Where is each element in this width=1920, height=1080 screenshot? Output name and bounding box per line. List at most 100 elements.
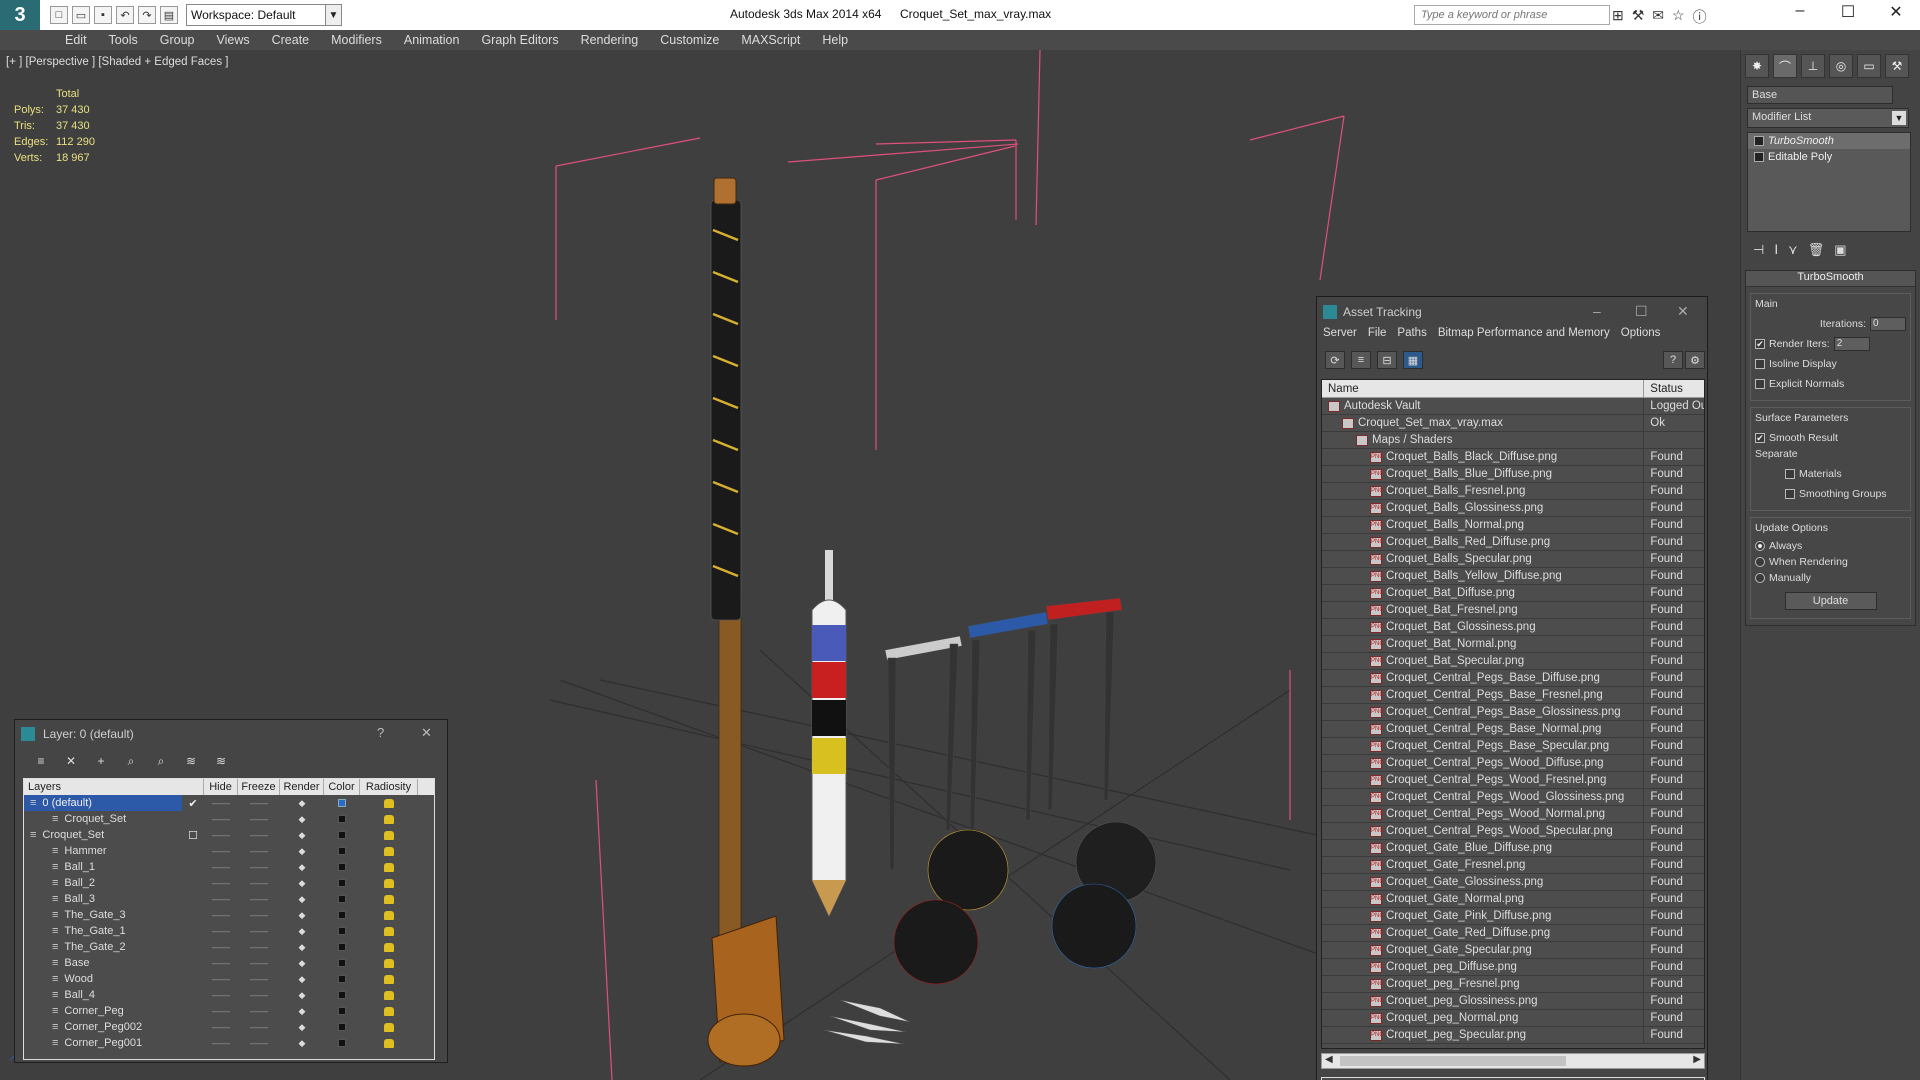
manually-radio[interactable] bbox=[1755, 573, 1765, 583]
col-name[interactable]: Name bbox=[1322, 380, 1645, 397]
layer-row[interactable]: ≡ Corner_Peg —— —— ◆ bbox=[24, 1003, 434, 1019]
radiosity-icon[interactable] bbox=[360, 971, 418, 987]
highlight-layer-icon[interactable]: ⌕ bbox=[151, 752, 171, 770]
delete-layer-icon[interactable]: ✕ bbox=[61, 752, 81, 770]
color-swatch[interactable] bbox=[338, 1039, 346, 1047]
color-swatch[interactable] bbox=[338, 959, 346, 967]
radiosity-bulb-icon[interactable] bbox=[384, 910, 394, 920]
radiosity-icon[interactable] bbox=[360, 1003, 418, 1019]
asset-row[interactable]: PNG Croquet_Balls_Blue_Diffuse.png Found bbox=[1322, 466, 1704, 483]
hide-toggle[interactable]: —— bbox=[204, 891, 238, 907]
layer-color-swatch[interactable] bbox=[324, 859, 360, 875]
freeze-toggle[interactable]: —— bbox=[238, 987, 280, 1003]
asset-row[interactable]: PNG Croquet_Central_Pegs_Wood_Specular.pn… bbox=[1322, 823, 1704, 840]
show-end-result-icon[interactable]: Ⅰ bbox=[1774, 242, 1778, 258]
scroll-thumb[interactable] bbox=[1340, 1056, 1566, 1066]
hide-toggle[interactable]: —— bbox=[204, 795, 238, 811]
settings-icon[interactable]: ⚙ bbox=[1685, 351, 1705, 369]
current-layer-check[interactable] bbox=[182, 859, 204, 875]
layer-row[interactable]: ≡ Ball_3 —— —— ◆ bbox=[24, 891, 434, 907]
isoline-checkbox[interactable] bbox=[1755, 359, 1765, 369]
help-icon[interactable]: ⓘ bbox=[1693, 7, 1707, 27]
current-layer-check[interactable] bbox=[182, 1019, 204, 1035]
layer-row[interactable]: ≡ Corner_Peg001 —— —— ◆ bbox=[24, 1035, 434, 1051]
asset-row[interactable]: PNG Croquet_Gate_Red_Diffuse.png Found bbox=[1322, 925, 1704, 942]
close-icon[interactable]: ✕ bbox=[1677, 303, 1689, 320]
add-to-layer-icon[interactable]: + bbox=[91, 752, 111, 770]
save-file-icon[interactable]: ▪ bbox=[94, 6, 112, 24]
help-icon[interactable]: ? bbox=[377, 725, 384, 740]
freeze-toggle[interactable]: —— bbox=[238, 859, 280, 875]
configure-sets-icon[interactable]: ▣ bbox=[1834, 242, 1846, 258]
radiosity-icon[interactable] bbox=[360, 891, 418, 907]
color-swatch[interactable] bbox=[338, 815, 346, 823]
close-icon[interactable]: ✕ bbox=[1876, 2, 1916, 22]
menu-animation[interactable]: Animation bbox=[393, 33, 471, 47]
radiosity-icon[interactable] bbox=[360, 939, 418, 955]
asset-horizontal-scrollbar[interactable]: ◀ ▶ bbox=[1321, 1053, 1705, 1069]
asset-row[interactable]: PNG Croquet_Central_Pegs_Wood_Fresnel.png… bbox=[1322, 772, 1704, 789]
current-layer-check[interactable] bbox=[182, 891, 204, 907]
perspective-viewport[interactable]: [+ ] [Perspective ] [Shaded + Edged Face… bbox=[0, 50, 1740, 1080]
radiosity-bulb-icon[interactable] bbox=[384, 974, 394, 984]
asset-row[interactable]: PNG Croquet_Gate_Glossiness.png Found bbox=[1322, 874, 1704, 891]
layer-row[interactable]: ≡ Hammer —— —— ◆ bbox=[24, 843, 434, 859]
asset-row[interactable]: PNG Croquet_Central_Pegs_Base_Fresnel.png… bbox=[1322, 687, 1704, 704]
render-toggle-icon[interactable]: ◆ bbox=[280, 795, 324, 811]
render-toggle-icon[interactable]: ◆ bbox=[280, 875, 324, 891]
current-layer-check[interactable] bbox=[182, 907, 204, 923]
layer-color-swatch[interactable] bbox=[324, 875, 360, 891]
color-swatch[interactable] bbox=[338, 847, 346, 855]
current-layer-check[interactable] bbox=[182, 1035, 204, 1051]
smooth-result-checkbox[interactable]: ✔ bbox=[1755, 433, 1765, 443]
menu-maxscript[interactable]: MAXScript bbox=[730, 33, 811, 47]
col-color[interactable]: Color bbox=[324, 779, 360, 795]
hierarchy-tab-icon[interactable]: ⊥ bbox=[1801, 54, 1825, 78]
display-tab-icon[interactable]: ▭ bbox=[1857, 54, 1881, 78]
asset-row[interactable]: PNG Croquet_Central_Pegs_Base_Normal.png F… bbox=[1322, 721, 1704, 738]
asset-menu-options[interactable]: Options bbox=[1621, 327, 1668, 347]
object-name-field[interactable]: Base bbox=[1747, 86, 1893, 104]
current-layer-check[interactable] bbox=[182, 939, 204, 955]
layer-color-swatch[interactable] bbox=[324, 1003, 360, 1019]
hide-toggle[interactable]: —— bbox=[204, 987, 238, 1003]
layer-row[interactable]: ≡ 0 (default) ✔ —— —— ◆ bbox=[24, 795, 434, 811]
asset-row[interactable]: Autodesk Vault Logged Ou bbox=[1322, 398, 1704, 415]
hide-toggle[interactable]: —— bbox=[204, 859, 238, 875]
asset-menu-bitmap-performance[interactable]: Bitmap Performance and Memory bbox=[1438, 327, 1617, 347]
list-view-icon[interactable]: ≡ bbox=[1351, 351, 1371, 369]
new-layer-icon[interactable]: ≡ bbox=[31, 752, 51, 770]
menu-create[interactable]: Create bbox=[261, 33, 321, 47]
current-layer-check[interactable] bbox=[182, 987, 204, 1003]
render-toggle-icon[interactable]: ◆ bbox=[280, 1003, 324, 1019]
layer-color-swatch[interactable] bbox=[324, 955, 360, 971]
communication-icon[interactable]: ✉ bbox=[1652, 7, 1664, 27]
asset-row[interactable]: PNG Croquet_peg_Fresnel.png Found bbox=[1322, 976, 1704, 993]
search-box[interactable] bbox=[1414, 5, 1610, 25]
render-toggle-icon[interactable]: ◆ bbox=[280, 1019, 324, 1035]
binoculars-icon[interactable]: ⊞ bbox=[1612, 7, 1624, 27]
help-icon[interactable]: ? bbox=[1663, 351, 1683, 369]
scroll-right-icon[interactable]: ▶ bbox=[1693, 1054, 1701, 1065]
layer-row[interactable]: ≡ The_Gate_3 —— —— ◆ bbox=[24, 907, 434, 923]
radiosity-bulb-icon[interactable] bbox=[384, 926, 394, 936]
asset-row[interactable]: PNG Croquet_Gate_Specular.png Found bbox=[1322, 942, 1704, 959]
render-toggle-icon[interactable]: ◆ bbox=[280, 907, 324, 923]
asset-row[interactable]: PNG Croquet_Balls_Normal.png Found bbox=[1322, 517, 1704, 534]
layer-row[interactable]: ≡ Croquet_Set ☐ —— —— ◆ bbox=[24, 827, 434, 843]
layer-color-swatch[interactable] bbox=[324, 987, 360, 1003]
asset-row[interactable]: PNG Croquet_peg_Normal.png Found bbox=[1322, 1010, 1704, 1027]
current-layer-check[interactable] bbox=[182, 1003, 204, 1019]
freeze-toggle[interactable]: —— bbox=[238, 939, 280, 955]
radiosity-bulb-icon[interactable] bbox=[384, 798, 394, 808]
asset-menu-paths[interactable]: Paths bbox=[1397, 327, 1433, 347]
render-toggle-icon[interactable]: ◆ bbox=[280, 939, 324, 955]
render-toggle-icon[interactable]: ◆ bbox=[280, 843, 324, 859]
chevron-down-icon[interactable]: ▼ bbox=[326, 4, 342, 26]
asset-row[interactable]: PNG Croquet_Balls_Yellow_Diffuse.png Found bbox=[1322, 568, 1704, 585]
color-swatch[interactable] bbox=[338, 1007, 346, 1015]
asset-row[interactable]: PNG Croquet_peg_Specular.png Found bbox=[1322, 1027, 1704, 1044]
asset-row[interactable]: PNG Croquet_Central_Pegs_Wood_Diffuse.png… bbox=[1322, 755, 1704, 772]
layer-color-swatch[interactable] bbox=[324, 1035, 360, 1051]
layer-row[interactable]: ≡ Base —— —— ◆ bbox=[24, 955, 434, 971]
